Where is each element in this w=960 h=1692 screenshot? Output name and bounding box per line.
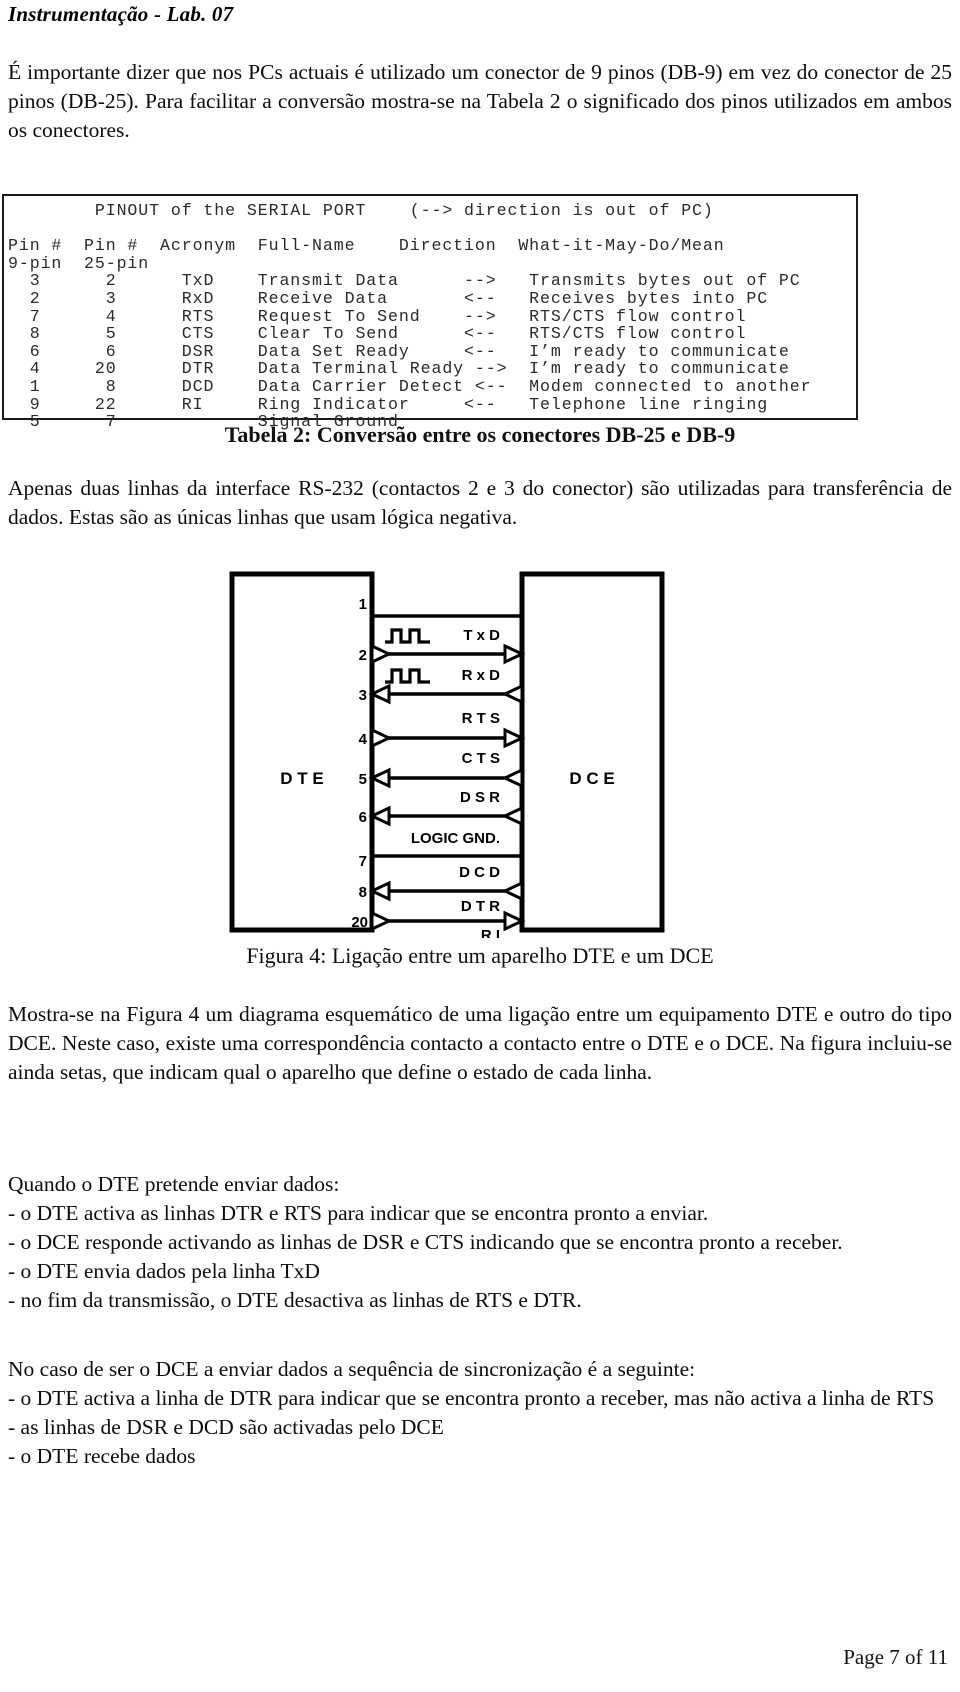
signal-label-rxd: R x D [462, 667, 501, 684]
dte-sequence-item-1: - o DCE responde activando as linhas de … [8, 1230, 843, 1254]
signal-label-ri: R I [481, 927, 500, 938]
arrow-right-dte-20 [370, 910, 393, 932]
after-table-paragraph-text: Apenas duas linhas da interface RS-232 (… [8, 476, 952, 529]
dte-sequence-item-2: - o DTE envia dados pela linha TxD [8, 1259, 320, 1283]
pin-number-3: 3 [359, 687, 367, 704]
intro-paragraph: É importante dizer que nos PCs actuais é… [8, 58, 952, 145]
arrow-right-dce-20 [503, 910, 526, 932]
arrow-left-dte-3 [368, 683, 391, 705]
pinout-table-text: PINOUT of the SERIAL PORT (--> direction… [8, 201, 812, 432]
pin-number-4: 4 [359, 731, 368, 748]
intro-paragraph-text: É importante dizer que nos PCs actuais é… [8, 60, 952, 142]
after-figure-paragraph: Mostra-se na Figura 4 um diagrama esquem… [8, 1000, 952, 1087]
arrow-left-dte-6 [368, 805, 391, 827]
device-label-dce: D C E [569, 769, 614, 788]
figure-dte-dce: 1 2 3 4 5 6 7 8 20 T x D R x D R T S C T… [222, 566, 672, 938]
running-head: Instrumentação - Lab. 07 [8, 2, 234, 26]
signal-label-dtr: D T R [461, 898, 500, 915]
dte-sequence-item-3: - no fim da transmissão, o DTE desactiva… [8, 1288, 582, 1312]
pin-number-7: 7 [359, 853, 367, 870]
arrow-left-dce-5 [501, 767, 524, 789]
dte-box [229, 571, 375, 933]
arrow-right-dte-4 [370, 727, 393, 749]
arrow-left-dte-5 [368, 767, 391, 789]
pin-numbers: 1 2 3 4 5 6 7 8 20 [351, 596, 368, 931]
arrow-left-dce-8 [501, 880, 524, 902]
pin-number-20: 20 [351, 914, 368, 931]
dte-sequence-heading: Quando o DTE pretende enviar dados: [8, 1172, 340, 1196]
signal-label-dsr: D S R [460, 789, 500, 806]
figure-caption: Figura 4: Ligação entre um aparelho DTE … [246, 943, 714, 968]
device-label-dte: D T E [280, 769, 323, 788]
arrow-heads [368, 643, 526, 932]
table-caption: Tabela 2: Conversão entre os conectores … [224, 422, 736, 447]
signal-label-logic-gnd: LOGIC GND. [411, 830, 500, 847]
pin-number-8: 8 [359, 884, 367, 901]
pin-number-2: 2 [359, 647, 367, 664]
pin-number-6: 6 [359, 809, 367, 826]
signal-label-txd: T x D [463, 627, 500, 644]
dce-sequence-block: No caso de ser o DCE a enviar dados a se… [8, 1355, 952, 1471]
pinout-table-box: PINOUT of the SERIAL PORT (--> direction… [2, 194, 858, 430]
after-figure-paragraph-text: Mostra-se na Figura 4 um diagrama esquem… [8, 1002, 952, 1084]
arrow-left-dce-6 [501, 805, 524, 827]
dce-sequence-item-2: - o DTE recebe dados [8, 1444, 196, 1468]
figure-dte-dce-svg: 1 2 3 4 5 6 7 8 20 T x D R x D R T S C T… [229, 571, 665, 938]
page-number-footer: Page 7 of 11 [843, 1645, 948, 1669]
arrow-right-dce-4 [503, 727, 526, 749]
dce-box [519, 571, 665, 933]
arrow-left-dce-3 [501, 683, 524, 705]
arrow-left-dte-8 [368, 880, 391, 902]
arrow-right-dce-2 [503, 643, 526, 665]
txd-waveform-icon [385, 628, 430, 644]
signal-label-rts: R T S [462, 710, 500, 727]
pin-number-5: 5 [359, 771, 367, 788]
signal-label-dcd: D C D [459, 864, 500, 881]
after-table-paragraph: Apenas duas linhas da interface RS-232 (… [8, 474, 952, 532]
rxd-waveform-icon [385, 668, 430, 684]
dte-sequence-item-0: - o DTE activa as linhas DTR e RTS para … [8, 1201, 709, 1225]
signal-label-cts: C T S [462, 750, 500, 767]
dte-sequence-block: Quando o DTE pretende enviar dados: - o … [8, 1170, 952, 1315]
dce-sequence-item-0: - o DTE activa a linha de DTR para indic… [8, 1386, 935, 1410]
arrow-right-dte-2 [370, 643, 393, 665]
pin-number-1: 1 [359, 596, 367, 613]
dce-sequence-item-1: - as linhas de DSR e DCD são activadas p… [8, 1415, 444, 1439]
dce-sequence-heading: No caso de ser o DCE a enviar dados a se… [8, 1357, 696, 1381]
